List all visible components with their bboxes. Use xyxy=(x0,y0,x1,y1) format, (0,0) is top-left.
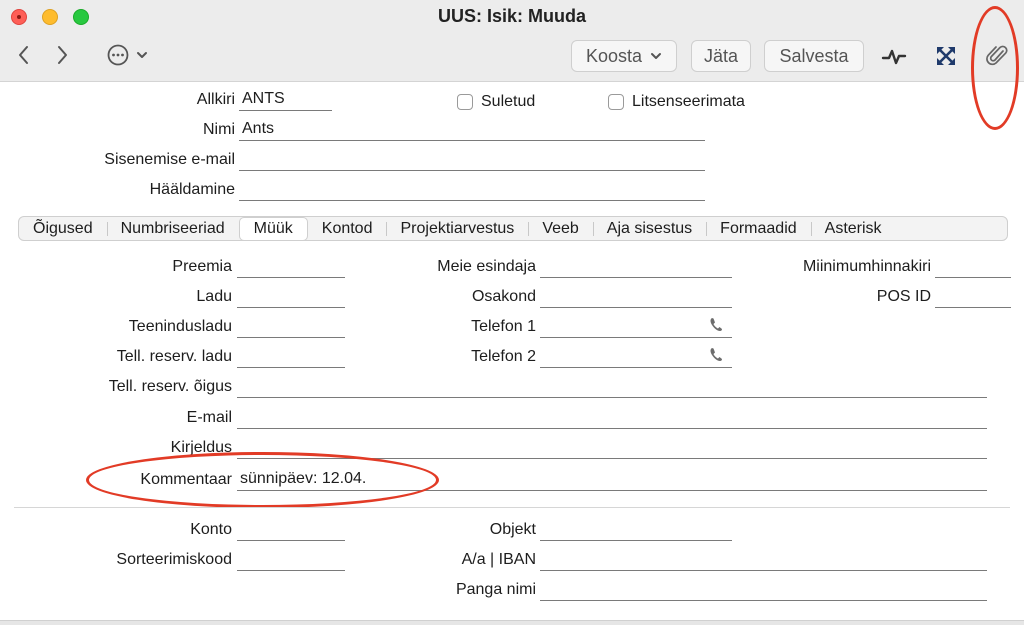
meie-esindaja-field[interactable] xyxy=(540,256,732,278)
forward-button[interactable] xyxy=(52,42,72,68)
window-bottom-edge xyxy=(0,620,1024,625)
sorteerimiskood-label: Sorteerimiskood xyxy=(116,551,232,568)
chevron-down-icon xyxy=(651,53,662,59)
phone-icon[interactable] xyxy=(709,317,723,333)
haaldamine-field[interactable] xyxy=(239,179,705,201)
tab-numbriseeriad[interactable]: Numbriseeriad xyxy=(106,217,239,240)
chevron-down-icon xyxy=(137,52,147,58)
chevron-left-icon xyxy=(19,46,28,64)
preemia-field[interactable] xyxy=(237,256,345,278)
konto-label: Konto xyxy=(190,521,232,538)
teenindusladu-label: Teenindusladu xyxy=(128,318,232,335)
miinimumhinnakiri-label: Miinimumhinnakiri xyxy=(802,258,931,275)
tab-projektiarvestus[interactable]: Projektiarvestus xyxy=(386,217,528,240)
expand-icon xyxy=(937,47,955,65)
objekt-field[interactable] xyxy=(540,519,732,541)
ellipsis-circle-icon xyxy=(107,44,129,66)
telefon2-label: Telefon 2 xyxy=(471,348,536,365)
expand-button[interactable] xyxy=(934,44,958,68)
back-button[interactable] xyxy=(14,42,34,68)
sorteerimiskood-field[interactable] xyxy=(237,549,345,571)
sisenemise-email-field[interactable] xyxy=(239,149,705,171)
activity-button[interactable] xyxy=(880,44,908,70)
tab-muuk[interactable]: Müük xyxy=(238,216,308,241)
konto-field[interactable] xyxy=(237,519,345,541)
suletud-label: Suletud xyxy=(481,93,536,110)
osakond-field[interactable] xyxy=(540,286,732,308)
salvesta-button[interactable]: Salvesta xyxy=(764,40,864,72)
tab-kontod[interactable]: Kontod xyxy=(308,217,387,240)
email-label: E-mail xyxy=(186,409,232,426)
ladu-label: Ladu xyxy=(196,288,232,305)
section-divider xyxy=(14,507,1010,508)
tab-veeb[interactable]: Veeb xyxy=(528,217,592,240)
tab-formaadid[interactable]: Formaadid xyxy=(706,217,810,240)
checkbox-box xyxy=(457,94,473,110)
activity-icon xyxy=(881,49,907,65)
email-field[interactable] xyxy=(237,407,987,429)
tab-oigused[interactable]: Õigused xyxy=(19,217,107,240)
telefon1-field[interactable] xyxy=(540,316,732,338)
meie-esindaja-label: Meie esindaja xyxy=(437,258,536,275)
tab-aja-sisestus[interactable]: Aja sisestus xyxy=(592,217,706,240)
koosta-dropdown[interactable]: Koosta xyxy=(571,40,677,72)
teenindusladu-field[interactable] xyxy=(237,316,345,338)
more-actions-button[interactable] xyxy=(104,42,150,68)
haaldamine-label: Hääldamine xyxy=(149,181,235,198)
window-toolbar: UUS: Isik: Muuda Koosta Jäta Salvesta xyxy=(0,0,1024,82)
litsenseerimata-label: Litsenseerimata xyxy=(632,93,745,110)
ladu-field[interactable] xyxy=(237,286,345,308)
panga-nimi-field[interactable] xyxy=(540,579,987,601)
kirjeldus-field[interactable] xyxy=(237,437,987,459)
preemia-label: Preemia xyxy=(172,258,232,275)
miinimumhinnakiri-field[interactable] xyxy=(935,256,1011,278)
kommentaar-field[interactable]: sünnipäev: 12.04. xyxy=(237,469,987,491)
attachment-button[interactable] xyxy=(985,42,1011,70)
tell-reserv-oigus-field[interactable] xyxy=(237,376,987,398)
window-title: UUS: Isik: Muuda xyxy=(437,6,586,26)
telefon1-label: Telefon 1 xyxy=(471,318,536,335)
nimi-field[interactable]: Ants xyxy=(239,119,705,141)
tab-bar: Õigused Numbriseeriad Müük Kontod Projek… xyxy=(18,216,1008,241)
osakond-label: Osakond xyxy=(471,288,536,305)
sisenemise-email-label: Sisenemise e-mail xyxy=(104,151,235,168)
tell-reserv-ladu-field[interactable] xyxy=(237,346,345,368)
koosta-label: Koosta xyxy=(585,45,643,66)
phone-icon[interactable] xyxy=(709,347,723,363)
allkiri-field[interactable]: ANTS xyxy=(239,89,332,111)
jata-button[interactable]: Jäta xyxy=(691,40,751,72)
aa-iban-label: A/a | IBAN xyxy=(461,551,536,568)
kirjeldus-label: Kirjeldus xyxy=(170,439,232,456)
aa-iban-field[interactable] xyxy=(540,549,987,571)
checkbox-box xyxy=(608,94,624,110)
allkiri-label: Allkiri xyxy=(196,91,235,108)
suletud-checkbox[interactable]: Suletud xyxy=(457,93,535,111)
tell-reserv-oigus-label: Tell. reserv. õigus xyxy=(108,378,232,395)
telefon2-field[interactable] xyxy=(540,346,732,368)
tell-reserv-ladu-label: Tell. reserv. ladu xyxy=(116,348,232,365)
litsenseerimata-checkbox[interactable]: Litsenseerimata xyxy=(608,93,745,111)
paperclip-icon xyxy=(986,45,1008,66)
nimi-label: Nimi xyxy=(203,121,235,138)
chevron-right-icon xyxy=(58,46,67,64)
pos-id-label: POS ID xyxy=(876,288,931,305)
pos-id-field[interactable] xyxy=(935,286,1011,308)
kommentaar-label: Kommentaar xyxy=(140,471,232,488)
panga-nimi-label: Panga nimi xyxy=(455,581,536,598)
tab-asterisk[interactable]: Asterisk xyxy=(810,217,896,240)
objekt-label: Objekt xyxy=(489,521,536,538)
